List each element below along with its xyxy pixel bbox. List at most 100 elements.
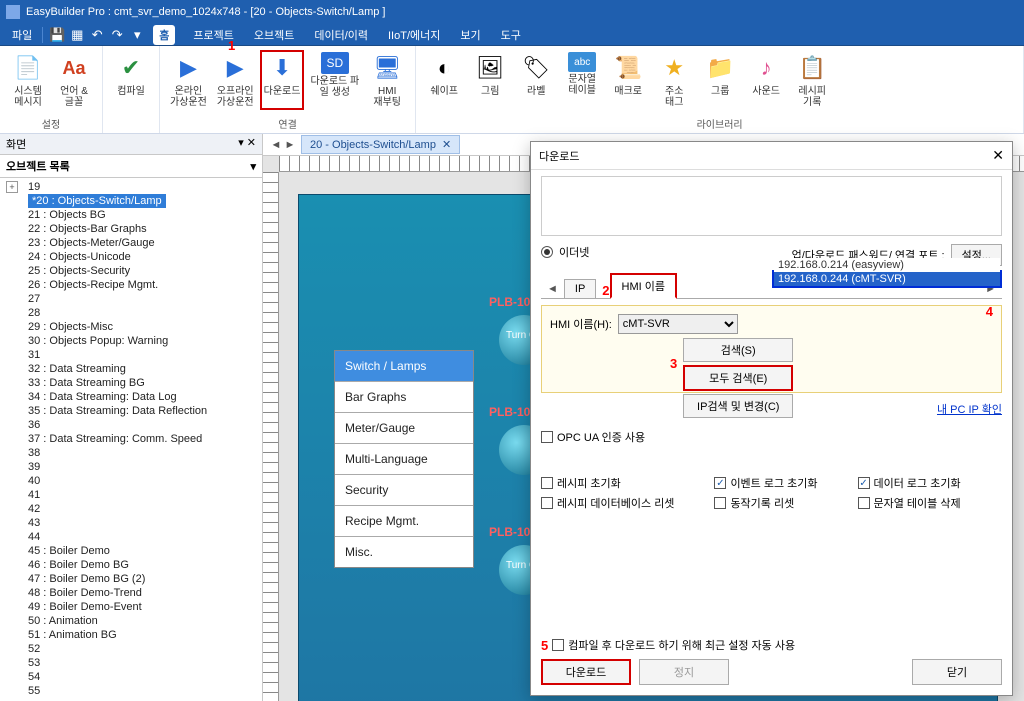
tree-item[interactable]: 38 — [0, 446, 262, 460]
radio-ethernet[interactable] — [541, 246, 553, 258]
btn-string-table[interactable]: abc문자열 테이블 — [560, 50, 604, 110]
tab-next-icon[interactable]: ► — [283, 139, 297, 151]
btn-online-sim[interactable]: ▶온라인 가상운전 — [166, 50, 211, 110]
search-all-button[interactable]: 모두 검색(E) — [683, 365, 793, 391]
tree-item[interactable]: 31 — [0, 348, 262, 362]
tree-item[interactable]: 27 — [0, 292, 262, 306]
tab-prev-icon[interactable]: ◄ — [269, 139, 283, 151]
tree-item[interactable]: 28 — [0, 306, 262, 320]
close-tab-icon[interactable]: ✕ — [442, 139, 451, 151]
btn-macro[interactable]: 📜매크로 — [606, 50, 650, 110]
lamp-item-misc[interactable]: Misc. — [335, 537, 473, 567]
tree-item[interactable]: 51 : Animation BG — [0, 628, 262, 642]
btn-picture[interactable]: 🖼그림 — [468, 50, 512, 110]
menu-data[interactable]: 데이터/이력 — [304, 25, 378, 45]
tree-item[interactable]: 55 — [0, 684, 262, 698]
tree-item[interactable]: 19+ — [0, 180, 262, 194]
tab-ip[interactable]: IP — [564, 279, 596, 298]
menu-object[interactable]: 오브젝트 — [244, 25, 304, 45]
ip-dropdown[interactable]: 192.168.0.214 (easyview) 192.168.0.244 (… — [772, 270, 1002, 288]
lamp-item-recipe[interactable]: Recipe Mgmt. — [335, 506, 473, 537]
tree-item[interactable]: 41 — [0, 488, 262, 502]
tree-item[interactable]: 34 : Data Streaming: Data Log — [0, 390, 262, 404]
undo-icon[interactable]: ↶ — [89, 27, 105, 43]
tree-item[interactable]: 24 : Objects-Unicode — [0, 250, 262, 264]
btn-group[interactable]: 📁그룹 — [698, 50, 742, 110]
hmi-name-select[interactable]: cMT-SVR — [618, 314, 738, 334]
tree-item[interactable]: 48 : Boiler Demo-Trend — [0, 586, 262, 600]
chk-auto-compile[interactable] — [552, 639, 564, 651]
tree-expand-icon[interactable]: + — [6, 181, 18, 193]
download-action-button[interactable]: 다운로드 — [541, 659, 631, 685]
panel-pin-icon[interactable]: ▾ ✕ — [238, 136, 256, 152]
tree-item[interactable]: 42 — [0, 502, 262, 516]
chk-recipe-db[interactable] — [541, 497, 553, 509]
btn-hmi-reboot[interactable]: 🖥HMI 재부팅 — [365, 50, 409, 110]
ip-change-button[interactable]: IP검색 및 변경(C) — [683, 394, 793, 418]
chk-action-log[interactable] — [714, 497, 726, 509]
tree-item[interactable]: 37 : Data Streaming: Comm. Speed — [0, 432, 262, 446]
tree-item[interactable]: 30 : Objects Popup: Warning — [0, 334, 262, 348]
btn-sound[interactable]: ♪사운드 — [744, 50, 788, 110]
close-button[interactable]: 닫기 — [912, 659, 1002, 685]
tree-item[interactable]: 33 : Data Streaming BG — [0, 376, 262, 390]
lamp-item-switch[interactable]: Switch / Lamps — [335, 351, 473, 382]
tree-item[interactable]: 40 — [0, 474, 262, 488]
tree-item[interactable]: 29 : Objects-Misc — [0, 320, 262, 334]
btn-gen-download-file[interactable]: SD다운로드 파 일 생성 — [306, 50, 363, 110]
chk-event-log[interactable]: ✓ — [714, 477, 726, 489]
qat-dropdown-icon[interactable]: ▾ — [129, 27, 145, 43]
btn-address-tag[interactable]: ★주소 태그 — [652, 50, 696, 110]
tree-item[interactable]: 39 — [0, 460, 262, 474]
lamp-item-security[interactable]: Security — [335, 475, 473, 506]
tree-item[interactable]: *20 : Objects-Switch/Lamp — [28, 194, 166, 208]
btn-shape[interactable]: ◐쉐이프 — [422, 50, 466, 110]
lamp-item-meter[interactable]: Meter/Gauge — [335, 413, 473, 444]
search-button[interactable]: 검색(S) — [683, 338, 793, 362]
opc-checkbox[interactable] — [541, 431, 553, 443]
btn-recipe-record[interactable]: 📋레시피 기록 — [790, 50, 834, 110]
tree-item[interactable]: 43 — [0, 516, 262, 530]
qat-icon-2[interactable]: ▦ — [69, 27, 85, 43]
ip-item-selected[interactable]: 192.168.0.244 (cMT-SVR) — [774, 272, 1000, 286]
tree-item[interactable]: 32 : Data Streaming — [0, 362, 262, 376]
tree-item[interactable]: 26 : Objects-Recipe Mgmt. — [0, 278, 262, 292]
lamp-item-lang[interactable]: Multi-Language — [335, 444, 473, 475]
dialog-close-icon[interactable]: ✕ — [992, 147, 1004, 164]
canvas-tab[interactable]: 20 - Objects-Switch/Lamp✕ — [301, 135, 460, 154]
tree-item[interactable]: 35 : Data Streaming: Data Reflection — [0, 404, 262, 418]
ip-item-1[interactable]: 192.168.0.214 (easyview) — [774, 258, 1000, 272]
stop-button[interactable]: 정지 — [639, 659, 729, 685]
btn-offline-sim[interactable]: ▶오프라인 가상운전 — [213, 50, 258, 110]
tree-item[interactable]: 49 : Boiler Demo-Event — [0, 600, 262, 614]
tree-item[interactable]: 52 — [0, 642, 262, 656]
object-tree[interactable]: 19+*20 : Objects-Switch/Lamp21 : Objects… — [0, 178, 262, 701]
panel-dropdown-icon[interactable]: ▾ — [250, 160, 256, 173]
tree-item[interactable]: 21 : Objects BG — [0, 208, 262, 222]
tree-item[interactable]: 50 : Animation — [0, 614, 262, 628]
tree-item[interactable]: 54 — [0, 670, 262, 684]
tree-item[interactable]: 45 : Boiler Demo — [0, 544, 262, 558]
btn-download[interactable]: ⬇다운로드 — [260, 50, 305, 110]
menu-view[interactable]: 보기 — [450, 25, 490, 45]
tree-item[interactable]: 36 — [0, 418, 262, 432]
chk-data-log[interactable]: ✓ — [858, 477, 870, 489]
btn-lang-font[interactable]: Aa언어 & 글꼴 — [52, 50, 96, 110]
lamp-item-bar[interactable]: Bar Graphs — [335, 382, 473, 413]
tree-item[interactable]: 47 : Boiler Demo BG (2) — [0, 572, 262, 586]
menu-file[interactable]: 파일 — [4, 25, 40, 45]
chk-string-table[interactable] — [858, 497, 870, 509]
btn-system-msg[interactable]: 📄시스템 메시지 — [6, 50, 50, 110]
menu-tool[interactable]: 도구 — [491, 25, 531, 45]
tree-item[interactable]: 23 : Objects-Meter/Gauge — [0, 236, 262, 250]
menu-iiot[interactable]: IIoT/에너지 — [378, 25, 450, 45]
btn-label[interactable]: 🏷라벨 — [514, 50, 558, 110]
menu-home[interactable]: 홈 — [153, 25, 175, 45]
redo-icon[interactable]: ↷ — [109, 27, 125, 43]
tree-item[interactable]: 22 : Objects-Bar Graphs — [0, 222, 262, 236]
chk-recipe-init[interactable] — [541, 477, 553, 489]
tree-item[interactable]: 25 : Objects-Security — [0, 264, 262, 278]
tree-item[interactable]: 46 : Boiler Demo BG — [0, 558, 262, 572]
save-icon[interactable]: 💾 — [49, 27, 65, 43]
tab-prev[interactable]: ◄ — [541, 280, 564, 298]
